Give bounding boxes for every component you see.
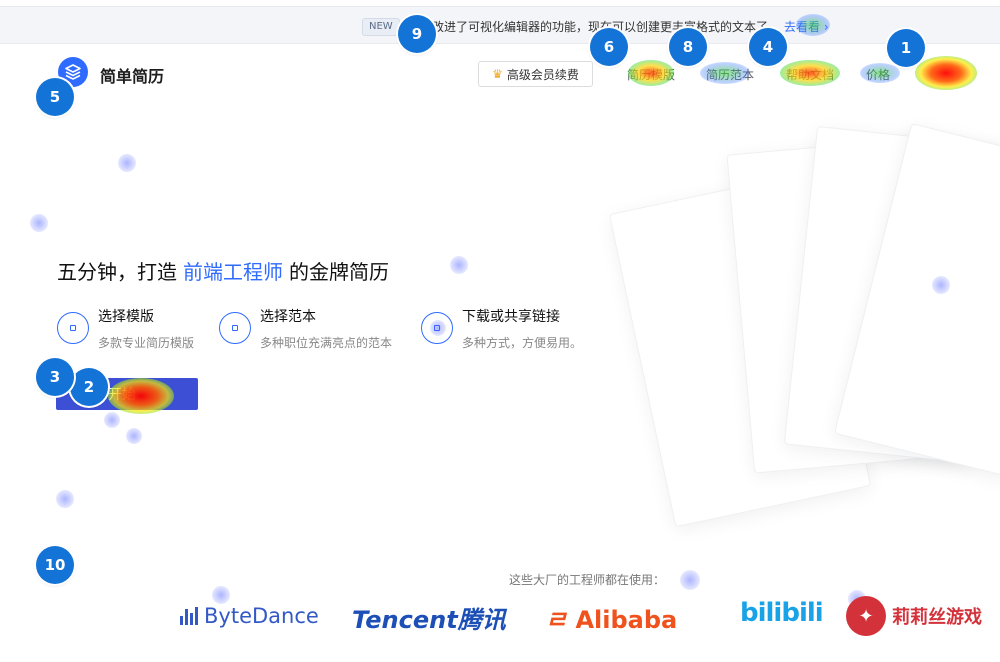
feature-desc: 多种方式，方便易用。 <box>462 336 583 350</box>
feature-title: 选择模版 <box>98 309 154 325</box>
nav-samples[interactable]: 简历范本 <box>706 66 754 83</box>
chevron-right-icon: › <box>823 20 829 34</box>
heatmap-hotspot <box>30 214 48 232</box>
bytedance-icon <box>180 607 198 625</box>
user-menu[interactable] <box>928 64 974 84</box>
announcement-link[interactable]: 去看看 › <box>784 18 829 35</box>
template-icon <box>57 312 89 344</box>
feature-desc: 多种职位充满亮点的范本 <box>260 336 393 350</box>
tencent-logo: Tencent腾讯 <box>352 606 506 634</box>
alibaba-logo: ㄹ Alibaba <box>545 606 678 634</box>
marker-5: 5 <box>36 78 74 116</box>
vip-renew-button[interactable]: ♛ 高级会员续费 <box>478 61 593 87</box>
start-button-label: 开始 <box>108 387 136 403</box>
heatmap-hotspot <box>450 256 468 274</box>
heatmap-hotspot <box>104 412 120 428</box>
announcement-bar: NEW 们改进了可视化编辑器的功能，现在可以创建更丰富格式的文本了 去看看 › <box>0 6 1000 44</box>
feature-title: 选择范本 <box>260 309 316 325</box>
bilibili-logo: bilibili <box>740 598 824 628</box>
sample-icon <box>219 312 251 344</box>
vip-renew-label: 高级会员续费 <box>506 67 579 82</box>
nav-templates[interactable]: 简历模版 <box>627 66 675 83</box>
heatmap-hotspot <box>212 586 230 604</box>
nav-pricing[interactable]: 价格 <box>866 66 890 83</box>
marker-10: 10 <box>36 546 74 584</box>
new-badge: NEW <box>362 18 400 36</box>
feature-desc: 多款专业简历模版 <box>98 336 195 350</box>
marker-3: 3 <box>36 358 74 396</box>
lilith-seal-icon: ✦ <box>846 596 886 636</box>
heatmap-hotspot <box>56 490 74 508</box>
heatmap-hotspot <box>126 428 142 444</box>
feature-title: 下载或共享链接 <box>462 309 560 325</box>
companies-label: 这些大厂的工程师都在使用： <box>509 573 666 587</box>
heatmap-hotspot <box>118 154 136 172</box>
logo-text[interactable]: 简单简历 <box>100 63 164 87</box>
marker-6: 6 <box>590 28 628 66</box>
marker-4: 4 <box>749 28 787 66</box>
hero-title: 五分钟，打造 前端工程师 的金牌简历 <box>57 260 389 284</box>
hero-title-highlight: 前端工程师 <box>183 260 283 284</box>
lilith-games-logo: ✦ 莉莉丝游戏 <box>846 596 982 636</box>
crown-icon: ♛ <box>492 67 503 81</box>
announcement-message: 们改进了可视化编辑器的功能，现在可以创建更丰富格式的文本了 <box>420 20 769 34</box>
marker-1: 1 <box>887 29 925 67</box>
heatmap-hotspot <box>680 570 700 590</box>
download-icon <box>421 312 453 344</box>
marker-8: 8 <box>669 28 707 66</box>
bytedance-logo: ByteDance <box>180 604 319 628</box>
marker-9: 9 <box>398 15 436 53</box>
nav-help-docs[interactable]: 帮助文档 <box>786 66 834 83</box>
alibaba-icon: ㄹ <box>545 606 568 634</box>
marker-2: 2 <box>70 368 108 406</box>
